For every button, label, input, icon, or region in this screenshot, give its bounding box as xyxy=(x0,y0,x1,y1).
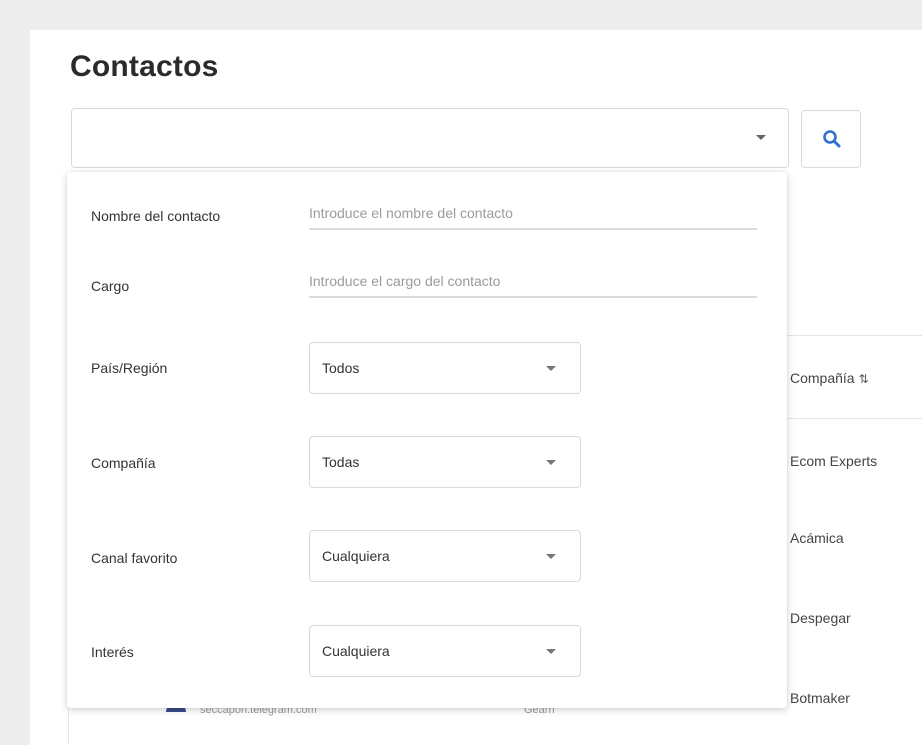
filter-label-company: Compañía xyxy=(91,455,156,471)
page-title: Contactos xyxy=(70,50,219,83)
table-divider xyxy=(785,418,922,419)
filter-label-position: Cargo xyxy=(91,278,130,294)
filter-label-interest: Interés xyxy=(91,644,134,660)
table-cell-company: Ecom Experts xyxy=(790,453,878,469)
table-cell-company: Despegar xyxy=(790,610,851,626)
filter-label-country: País/Región xyxy=(91,360,168,376)
filter-label-channel: Canal favorito xyxy=(91,550,178,566)
country-select[interactable]: Todos xyxy=(309,342,581,394)
search-button[interactable] xyxy=(801,110,861,168)
sort-icon[interactable]: ⇅ xyxy=(859,372,869,386)
company-select-value: Todas xyxy=(322,454,360,470)
chevron-down-icon xyxy=(546,649,556,654)
chevron-down-icon[interactable] xyxy=(756,135,766,140)
chevron-down-icon xyxy=(546,460,556,465)
country-select-value: Todos xyxy=(322,360,360,376)
interest-select[interactable]: Cualquiera xyxy=(309,625,581,677)
filter-dropdown: Nombre del contacto Cargo País/Región To… xyxy=(67,172,787,708)
column-header-label: Compañía xyxy=(790,370,855,386)
favorite-channel-select[interactable]: Cualquiera xyxy=(309,530,581,582)
contact-name-input[interactable] xyxy=(309,198,757,230)
search-icon xyxy=(823,130,841,148)
chevron-down-icon xyxy=(546,366,556,371)
column-header-company[interactable]: Compañía ⇅ xyxy=(790,370,869,386)
table-cell-company: Botmaker xyxy=(790,690,850,706)
company-select[interactable]: Todas xyxy=(309,436,581,488)
filter-label-name: Nombre del contacto xyxy=(91,208,221,224)
table-divider xyxy=(785,335,922,336)
chevron-down-icon xyxy=(546,554,556,559)
contact-position-input[interactable] xyxy=(309,266,757,298)
favorite-channel-select-value: Cualquiera xyxy=(322,548,390,564)
search-combobox[interactable] xyxy=(71,108,789,168)
table-cell-company: Acámica xyxy=(790,530,844,546)
interest-select-value: Cualquiera xyxy=(322,643,390,659)
